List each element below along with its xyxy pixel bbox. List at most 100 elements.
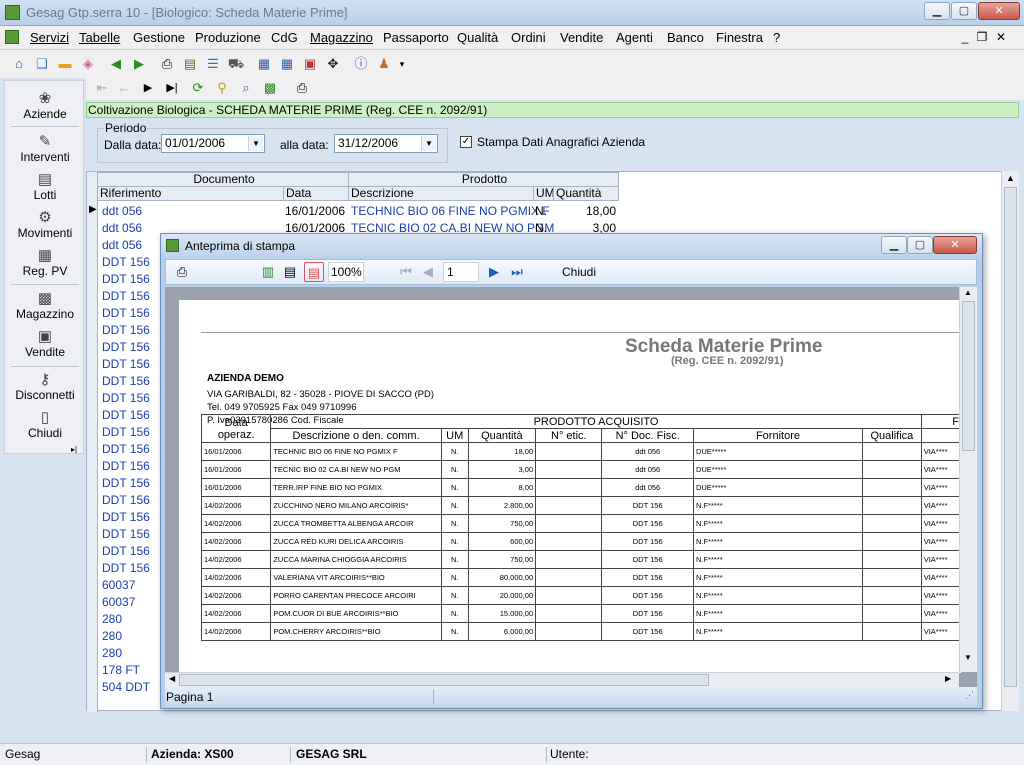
copy-icon[interactable]: ❏ xyxy=(32,54,52,74)
print-icon[interactable]: ⎙ xyxy=(292,78,312,98)
print-icon[interactable]: ⎙ xyxy=(172,262,192,282)
sidebar-item-magazzino[interactable]: ▩ Magazzino xyxy=(5,289,85,321)
report-row: 14/02/2006 VALERIANA VIT ARCOIRIS**BIO N. 8… xyxy=(200,568,961,587)
refresh-icon[interactable]: ⟳ xyxy=(188,78,208,98)
close-preview-button[interactable]: Chiudi xyxy=(562,265,596,279)
forward-icon[interactable]: ▶ xyxy=(129,54,149,74)
truck-icon[interactable]: ⛟ xyxy=(226,54,246,74)
sidebar-item-reg-pv[interactable]: ▦ Reg. PV xyxy=(5,246,85,278)
scroll-thumb[interactable] xyxy=(1004,187,1017,687)
toolbar-overflow-icon[interactable]: ▾ xyxy=(396,54,408,74)
menu-gestione[interactable]: Gestione xyxy=(133,30,185,45)
move-icon[interactable]: ✥ xyxy=(323,54,343,74)
scroll-left-icon[interactable]: ◀ xyxy=(169,674,175,683)
next-page-icon[interactable]: ▶ xyxy=(484,262,504,282)
info-icon[interactable]: ⓘ xyxy=(351,54,371,74)
calendar-icon[interactable]: ▦ xyxy=(254,54,274,74)
table-row[interactable]: ddt 056 16/01/2006 TECHNIC BIO 06 FINE NO … xyxy=(98,203,629,220)
zoom-input[interactable]: 100% xyxy=(328,262,364,282)
col-data[interactable]: Data xyxy=(283,186,349,201)
filter-icon[interactable]: ⚲ xyxy=(212,78,232,98)
multi-page-icon[interactable]: ▤ xyxy=(280,262,300,282)
expand-icon[interactable]: ▸| xyxy=(71,445,77,454)
search-icon[interactable]: ⌕ xyxy=(236,78,256,98)
prev-record-icon[interactable]: ← xyxy=(114,78,134,98)
maximize-button[interactable]: ▢ xyxy=(951,2,977,20)
stampa-anagrafici-checkbox[interactable]: ✓ xyxy=(460,136,472,148)
single-page-icon[interactable]: ▥ xyxy=(258,262,278,282)
menu-agenti[interactable]: Agenti xyxy=(616,30,653,45)
sidebar-item-lotti[interactable]: ▤ Lotti xyxy=(5,170,85,202)
preview-title-bar: Anteprima di stampa ▁ ▢ ✕ xyxy=(161,234,982,258)
minimize-button[interactable]: ▁ xyxy=(924,2,950,20)
users-icon[interactable]: ♟ xyxy=(374,54,394,74)
prev-page-icon[interactable]: ◀ xyxy=(418,262,438,282)
first-record-icon[interactable]: ⇤ xyxy=(92,78,112,98)
last-record-icon[interactable]: ▶| xyxy=(162,78,182,98)
back-icon[interactable]: ◀ xyxy=(106,54,126,74)
chevron-down-icon[interactable]: ▼ xyxy=(248,136,263,151)
chevron-down-icon[interactable]: ▼ xyxy=(421,136,436,151)
calendar-alt-icon[interactable]: ▦ xyxy=(277,54,297,74)
menu-banco[interactable]: Banco xyxy=(667,30,704,45)
preview-hscrollbar[interactable]: ◀ ▶ xyxy=(165,672,959,687)
tag-icon[interactable]: ◈ xyxy=(78,54,98,74)
mdi-restore-icon[interactable]: ❐ xyxy=(975,30,989,44)
next-record-icon[interactable]: ▶ xyxy=(138,78,158,98)
sidebar-item-interventi[interactable]: ✎ Interventi xyxy=(5,132,85,164)
scroll-down-icon[interactable]: ▼ xyxy=(964,653,972,662)
grid-scrollbar[interactable]: ▲ xyxy=(1001,171,1019,711)
scroll-up-icon[interactable]: ▲ xyxy=(964,288,972,297)
to-date-field[interactable]: 31/12/2006 ▼ xyxy=(334,134,438,153)
page-number-input[interactable]: 1 xyxy=(443,262,479,282)
col-riferimento[interactable]: Riferimento xyxy=(97,186,284,201)
sidebar-item-movimenti[interactable]: ⚙ Movimenti xyxy=(5,208,85,240)
preview-vscroll-thumb[interactable] xyxy=(962,301,975,451)
menu-magazzino[interactable]: Magazzino xyxy=(310,30,373,45)
preview-hscroll-thumb[interactable] xyxy=(179,674,709,686)
from-date-field[interactable]: 01/01/2006 ▼ xyxy=(161,134,265,153)
preview-close-button[interactable]: ✕ xyxy=(933,236,977,254)
print-preview-window: Anteprima di stampa ▁ ▢ ✕ ⎙ ▥ ▤ ▤ 100% ⏮… xyxy=(160,233,983,709)
preview-vscrollbar[interactable]: ▲ ▼ xyxy=(959,287,977,672)
menu-tabelle[interactable]: Tabelle xyxy=(79,30,120,45)
menu-help[interactable]: ? xyxy=(773,30,780,45)
mdi-close-icon[interactable]: ✕ xyxy=(994,30,1008,44)
col-quantita[interactable]: Quantità xyxy=(553,186,619,201)
cell-rif: 178 FT xyxy=(102,663,141,677)
menu-cdg[interactable]: CdG xyxy=(271,30,298,45)
menu-vendite[interactable]: Vendite xyxy=(560,30,603,45)
stack-icon[interactable]: ▣ xyxy=(300,54,320,74)
menu-finestra[interactable]: Finestra xyxy=(716,30,763,45)
menu-produzione[interactable]: Produzione xyxy=(195,30,261,45)
scroll-right-icon[interactable]: ▶ xyxy=(945,674,951,683)
cell-rif: ddt 056 xyxy=(102,238,143,252)
mdi-minimize-icon[interactable]: _ xyxy=(958,30,972,44)
page-width-icon[interactable]: ▤ xyxy=(304,262,324,282)
report-cell: 15.000,00 xyxy=(467,604,537,623)
sidebar-item-vendite[interactable]: ▣ Vendite xyxy=(5,327,85,359)
resize-grip-icon[interactable]: ⋰ xyxy=(965,690,974,701)
preview-minimize-button[interactable]: ▁ xyxy=(881,236,907,254)
sidebar-item-chiudi[interactable]: ▯ Chiudi xyxy=(5,408,85,440)
menu-servizi[interactable]: Servizi xyxy=(30,30,69,45)
preview-maximize-button[interactable]: ▢ xyxy=(907,236,933,254)
list-icon[interactable]: ☰ xyxy=(203,54,223,74)
close-button[interactable]: ✕ xyxy=(978,2,1020,20)
card-icon[interactable]: ▬ xyxy=(55,54,75,74)
scroll-up-icon[interactable]: ▲ xyxy=(1006,173,1015,183)
print-setup-icon[interactable]: ⎙ xyxy=(157,54,177,74)
col-descrizione[interactable]: Descrizione xyxy=(348,186,534,201)
home-icon[interactable]: ⌂ xyxy=(9,54,29,74)
sidebar-item-aziende[interactable]: ❀ Aziende xyxy=(5,89,85,121)
last-page-icon[interactable]: ⏭ xyxy=(507,262,527,282)
excel-icon[interactable]: ▩ xyxy=(260,78,280,98)
report-icon[interactable]: ▤ xyxy=(180,54,200,74)
menu-qualita[interactable]: Qualità xyxy=(457,30,498,45)
first-page-icon[interactable]: ⏮ xyxy=(396,262,416,282)
menu-ordini[interactable]: Ordini xyxy=(511,30,546,45)
group-header-documento: Documento xyxy=(97,172,349,187)
sidebar-item-disconnetti[interactable]: ⚷ Disconnetti xyxy=(5,370,85,402)
menu-passaporto[interactable]: Passaporto xyxy=(383,30,449,45)
col-um[interactable]: UM xyxy=(533,186,555,201)
